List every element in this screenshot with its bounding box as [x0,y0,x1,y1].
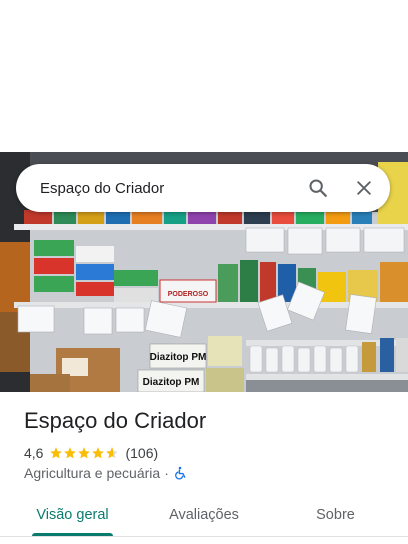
rating-stars [49,446,119,460]
tab-about[interactable]: Sobre [263,494,408,536]
photo-sign-1: PODEROSO [168,291,209,298]
category-row: Agricultura e pecuária · [24,464,187,482]
top-blank-area [0,0,408,152]
search-input[interactable]: Espaço do Criador [16,180,298,197]
tab-about-label: Sobre [316,507,355,523]
search-icon [309,179,327,197]
photo-sign-3: Diazitop PM [143,377,200,388]
wheelchair-icon [174,466,186,480]
star-icon [50,447,63,459]
tabs-divider [0,536,408,537]
star-half-icon [106,447,119,459]
clear-search-button[interactable] [344,168,384,208]
tab-reviews-label: Avaliações [169,507,239,523]
tab-overview[interactable]: Visão geral [0,494,145,536]
rating-row[interactable]: 4,6 (106) [24,444,158,462]
review-count[interactable]: (106) [125,445,158,461]
tab-bar: Visão geral Avaliações Sobre [0,494,408,536]
search-button[interactable] [298,168,338,208]
close-icon [357,181,371,195]
tab-overview-label: Visão geral [36,507,109,523]
tab-reviews[interactable]: Avaliações [145,494,263,536]
photo-sign-2: Diazitop PM [150,352,207,363]
separator-dot: · [164,465,169,481]
star-icon [64,447,77,459]
rating-value: 4,6 [24,445,44,461]
star-icon [78,447,91,459]
star-icon [92,447,105,459]
place-title: Espaço do Criador [24,408,207,433]
place-category: Agricultura e pecuária [24,465,161,481]
search-bar[interactable]: Espaço do Criador [16,164,390,212]
